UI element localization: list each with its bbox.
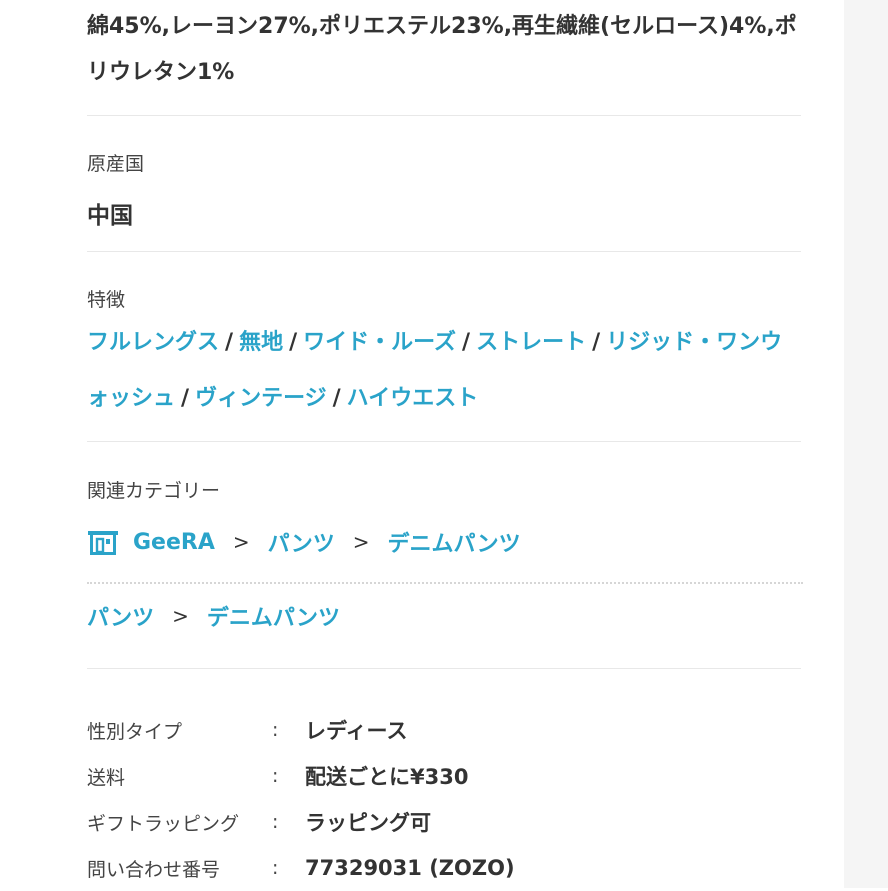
spec-row-shipping: 送料 : 配送ごとに¥330 (87, 753, 801, 799)
feature-link[interactable]: ヴィンテージ (195, 386, 327, 411)
feature-link[interactable]: フルレングス (87, 330, 219, 355)
spec-value: 77329031 (ZOZO) (305, 856, 515, 880)
product-details: 綿45%,レーヨン27%,ポリエステル23%,再生繊維(セルロース)4%,ポリウ… (87, 0, 803, 891)
dotted-divider (87, 582, 803, 584)
spec-key: ギフトラッピング (87, 812, 240, 835)
spec-key: 問い合わせ番号 (87, 858, 221, 881)
features-list: フルレングス / 無地 / ワイド・ルーズ / ストレート / リジッド・ワンウォッシュ / ヴィン… (87, 315, 803, 427)
breadcrumb-arrow: > (172, 604, 189, 628)
spec-colon: : (272, 719, 279, 741)
origin-value: 中国 (87, 203, 133, 229)
categories-label: 関連カテゴリー (87, 480, 221, 502)
material-text: 綿45%,レーヨン27%,ポリエステル23%,再生繊維(セルロース)4%,ポリウ… (87, 14, 797, 85)
spec-value: 配送ごとに¥330 (305, 765, 469, 789)
features-section: 特徴 フルレングス / 無地 / ワイド・ルーズ / ストレート / リジッド・ワンウォッシュ /… (87, 252, 801, 441)
breadcrumb-shop-pants[interactable]: パンツ (268, 526, 335, 558)
breadcrumb-denim[interactable]: デニムパンツ (207, 600, 340, 632)
feature-separator: / (332, 386, 341, 411)
feature-separator: / (181, 386, 190, 411)
shop-category-breadcrumb: GeeRA > パンツ > デニムパンツ (87, 526, 521, 558)
breadcrumb-arrow: > (352, 530, 370, 554)
spec-row-gender: 性別タイプ : レディース (87, 707, 801, 753)
shop-icon (87, 528, 119, 556)
categories-section: 関連カテゴリー GeeRA > パンツ > デニムパンツ パンツ > デニムパン… (87, 442, 803, 668)
breadcrumb-shop-denim[interactable]: デニムパンツ (388, 526, 521, 558)
feature-link[interactable]: ハイウエスト (347, 386, 479, 411)
feature-link[interactable]: ワイド・ルーズ (303, 330, 456, 355)
feature-link[interactable]: ストレート (476, 330, 586, 355)
spec-key: 性別タイプ (87, 720, 183, 743)
spec-value: ラッピング可 (305, 811, 431, 835)
breadcrumb-shop[interactable]: GeeRA (133, 530, 215, 555)
general-category-breadcrumb: パンツ > デニムパンツ (87, 600, 340, 632)
feature-link[interactable]: 無地 (239, 330, 283, 355)
feature-separator: / (225, 330, 234, 355)
feature-separator: / (289, 330, 298, 355)
spec-value: レディース (305, 719, 408, 743)
origin-section: 原産国 中国 (87, 116, 801, 251)
feature-separator: / (462, 330, 471, 355)
breadcrumb-arrow: > (232, 530, 250, 554)
spec-row-inquiry-number: 問い合わせ番号 : 77329031 (ZOZO) (87, 845, 801, 891)
spec-row-gift-wrapping: ギフトラッピング : ラッピング可 (87, 799, 801, 845)
breadcrumb-pants[interactable]: パンツ (87, 600, 154, 632)
material-section: 綿45%,レーヨン27%,ポリエステル23%,再生繊維(セルロース)4%,ポリウ… (87, 0, 801, 115)
spec-colon: : (272, 857, 279, 879)
features-label: 特徴 (87, 289, 126, 311)
feature-separator: / (592, 330, 601, 355)
origin-label: 原産国 (87, 153, 145, 175)
spec-colon: : (272, 765, 279, 787)
page-side-strip (844, 0, 888, 888)
spec-table: 性別タイプ : レディース 送料 : 配送ごとに¥330 ギフトラッピング : … (87, 669, 801, 891)
spec-colon: : (272, 811, 279, 833)
spec-key: 送料 (87, 766, 126, 789)
